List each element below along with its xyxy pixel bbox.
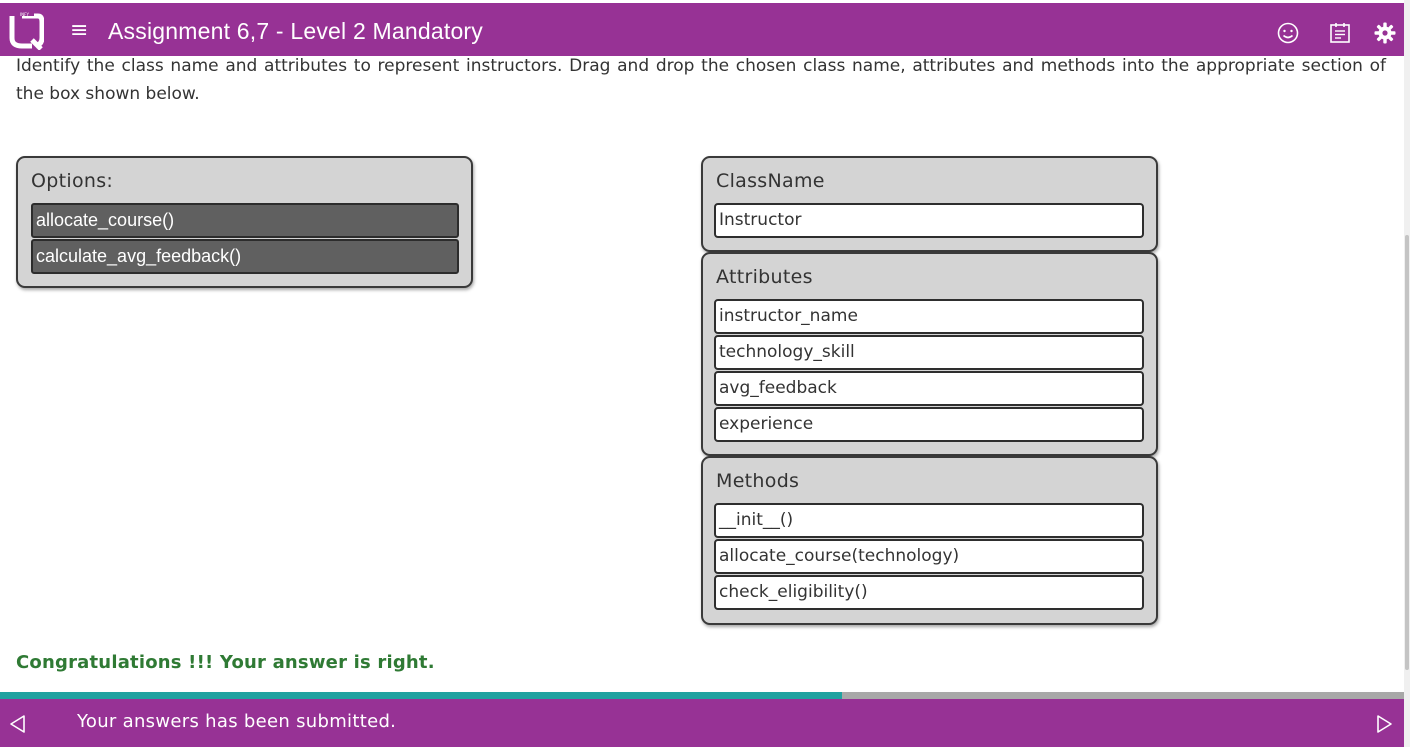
attributes-title: Attributes [716, 266, 813, 288]
page-scrollbar[interactable] [1404, 0, 1410, 747]
calendar-icon[interactable] [1328, 21, 1352, 45]
options-title: Options: [31, 170, 114, 192]
methods-title: Methods [716, 470, 800, 492]
settings-gear-icon[interactable] [1373, 21, 1397, 45]
attribute-slot[interactable]: avg_feedback [714, 371, 1144, 406]
attribute-slot[interactable]: technology_skill [714, 335, 1144, 370]
options-panel: Options: allocate_course() calculate_avg… [16, 156, 473, 288]
scrollbar-thumb[interactable] [1405, 235, 1409, 670]
result-message: Congratulations !!! Your answer is right… [16, 652, 435, 673]
infytq-logo[interactable]: INFY [8, 12, 44, 50]
triangle-left-icon[interactable] [8, 714, 28, 734]
attributes-panel: Attributes instructor_name technology_sk… [701, 252, 1158, 456]
question-text: Identify the class name and attributes t… [16, 56, 1386, 104]
method-slot[interactable]: check_eligibility() [714, 575, 1144, 610]
attribute-slot[interactable]: instructor_name [714, 299, 1144, 334]
method-slot[interactable]: __init__() [714, 503, 1144, 538]
smiley-icon[interactable] [1276, 21, 1300, 45]
progress-fill [0, 692, 843, 699]
method-slot[interactable]: allocate_course(technology) [714, 539, 1144, 574]
methods-panel: Methods __init__() allocate_course(techn… [701, 456, 1158, 625]
bottom-bar: Your answers has been submitted. [0, 699, 1404, 747]
option-item[interactable]: calculate_avg_feedback() [31, 239, 459, 274]
svg-text:INFY: INFY [20, 12, 29, 17]
page-title: Assignment 6,7 - Level 2 Mandatory [108, 18, 483, 44]
attribute-slot[interactable]: experience [714, 407, 1144, 442]
hamburger-menu-icon[interactable]: ≡ [70, 20, 88, 42]
top-bar: INFY ≡ Assignment 6,7 - Level 2 Mandator… [0, 3, 1404, 56]
option-item[interactable]: allocate_course() [31, 203, 459, 238]
classname-slot[interactable]: Instructor [714, 203, 1144, 238]
triangle-right-icon[interactable] [1374, 714, 1394, 734]
submission-status: Your answers has been submitted. [77, 711, 397, 732]
classname-title: ClassName [716, 170, 825, 192]
progress-bar [0, 692, 1404, 699]
classname-panel: ClassName Instructor [701, 156, 1158, 252]
